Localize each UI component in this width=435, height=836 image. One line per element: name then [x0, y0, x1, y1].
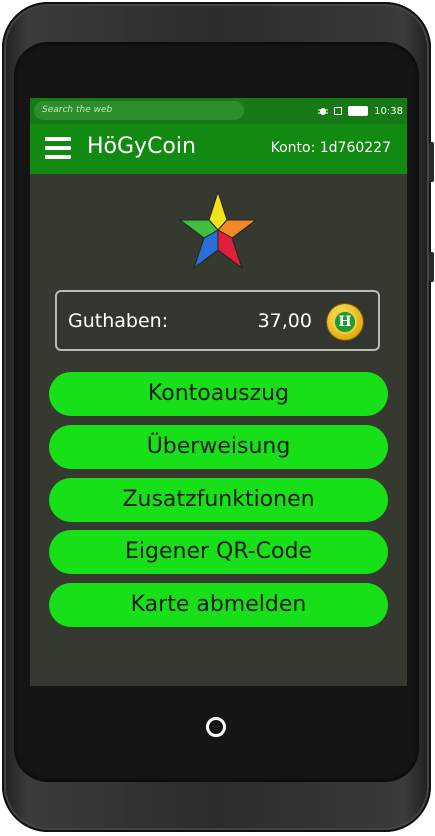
app-screen: Search the web 10:38 HöGyCoin Konto: 1d7… — [30, 98, 407, 686]
extra-functions-button[interactable]: Zusatzfunktionen — [49, 478, 388, 522]
own-qr-code-button[interactable]: Eigener QR-Code — [49, 530, 388, 574]
star-logo-icon — [178, 190, 258, 270]
signal-icon — [334, 107, 343, 115]
app-bar: HöGyCoin Konto: 1d760227 — [30, 124, 407, 174]
balance-value: 37,00 — [257, 310, 312, 332]
balance-box: Guthaben: 37,00 H — [55, 290, 380, 351]
clock: 10:38 — [374, 105, 403, 117]
balance-label: Guthaben: — [68, 310, 169, 332]
coin-letter: H — [333, 310, 357, 334]
statement-button[interactable]: Kontoauszug — [49, 372, 388, 416]
transfer-button[interactable]: Überweisung — [49, 425, 388, 469]
account-number: Konto: 1d760227 — [270, 140, 391, 156]
status-icons: 10:38 — [318, 98, 403, 124]
search-bar[interactable]: Search the web — [34, 101, 244, 120]
coin-icon: H — [327, 304, 363, 340]
volume-button[interactable] — [429, 252, 434, 282]
bug-icon — [318, 108, 329, 115]
power-button[interactable] — [429, 142, 434, 182]
battery-icon — [348, 106, 369, 116]
status-bar: Search the web 10:38 — [30, 98, 407, 124]
hamburger-icon[interactable] — [45, 137, 71, 159]
app-title: HöGyCoin — [87, 134, 196, 159]
home-button[interactable] — [206, 717, 226, 737]
logout-card-button[interactable]: Karte abmelden — [49, 583, 388, 627]
